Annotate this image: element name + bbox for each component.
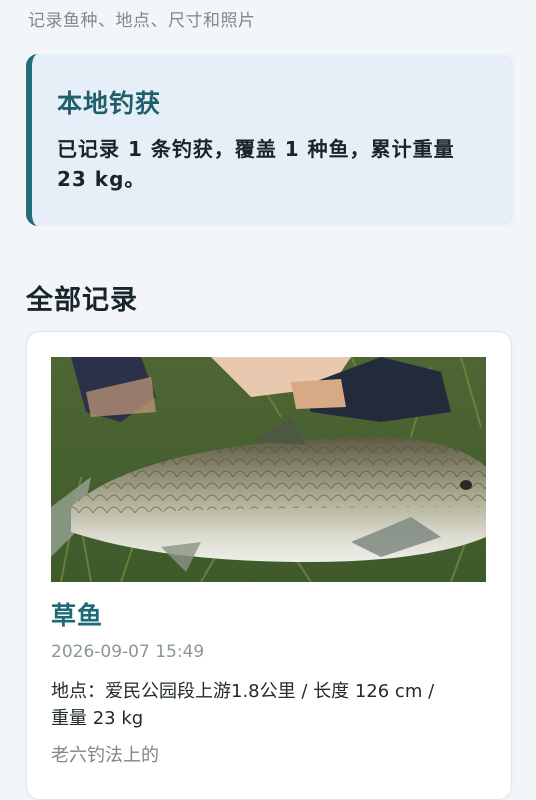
summary-card: 本地钓获 已记录 1 条钓获，覆盖 1 种鱼，累计重量 23 kg。 <box>26 54 514 226</box>
page-subtitle: 记录鱼种、地点、尺寸和照片 <box>28 11 256 31</box>
summary-title: 本地钓获 <box>57 89 162 118</box>
summary-text: 已记录 1 条钓获，覆盖 1 种鱼，累计重量 23 kg。 <box>57 134 486 194</box>
record-details: 地点：爱民公园段上游1.8公里 / 长度 126 cm / 重量 23 kg <box>51 678 491 732</box>
record-detail-line: 重量 23 kg <box>51 708 144 729</box>
record-card[interactable]: 草鱼 2026-09-07 15:49 地点：爱民公园段上游1.8公里 / 长度… <box>26 331 512 800</box>
fish-photo[interactable] <box>51 357 486 582</box>
section-title-all-records: 全部记录 <box>26 285 138 316</box>
summary-text-line: 已记录 1 条钓获，覆盖 1 种鱼，累计重量 <box>57 137 455 161</box>
record-note: 老六钓法上的 <box>51 745 159 766</box>
record-timestamp: 2026-09-07 15:49 <box>51 642 205 662</box>
fish-species: 草鱼 <box>51 601 104 630</box>
record-detail-line: 地点：爱民公园段上游1.8公里 / 长度 126 cm / <box>51 681 435 702</box>
summary-text-line: 23 kg。 <box>57 167 146 191</box>
